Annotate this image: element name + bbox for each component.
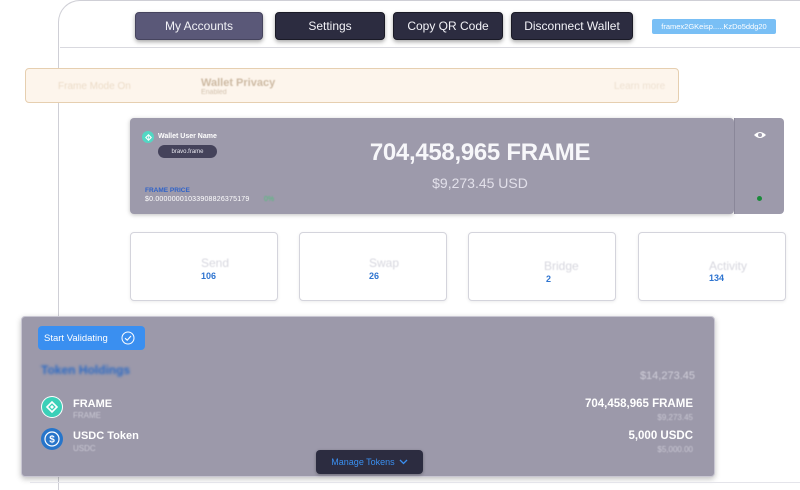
disconnect-wallet-button[interactable]: Disconnect Wallet bbox=[511, 12, 633, 40]
frame-token-symbol: FRAME bbox=[73, 411, 101, 420]
banner-learn-more-link[interactable]: Learn more bbox=[614, 81, 665, 92]
bridge-card[interactable]: Bridge 2 bbox=[468, 232, 616, 301]
svg-text:$: $ bbox=[49, 435, 55, 446]
holdings-total: $14,273.45 bbox=[639, 370, 695, 382]
token-holdings-title: Token Holdings bbox=[41, 363, 131, 377]
start-validating-label: Start Validating bbox=[44, 332, 108, 344]
activity-label: Activity bbox=[709, 259, 748, 273]
bridge-count: 2 bbox=[546, 274, 552, 284]
swap-label: Swap bbox=[369, 256, 400, 270]
connection-status-dot bbox=[757, 196, 762, 201]
wallet-dashboard: My Accounts Settings Copy QR Code Discon… bbox=[0, 0, 800, 490]
wallet-user-name: Wallet User Name bbox=[158, 133, 217, 140]
check-circle-icon bbox=[121, 331, 135, 345]
frame-token-icon bbox=[41, 396, 63, 418]
usdc-token-name: USDC Token bbox=[73, 430, 139, 442]
swap-card[interactable]: Swap 26 bbox=[299, 232, 447, 301]
wallet-handle-pill[interactable]: bravo.frame bbox=[158, 145, 217, 158]
frame-token-name: FRAME bbox=[73, 398, 113, 410]
header-divider bbox=[60, 47, 800, 48]
frame-balance: 704,458,965 FRAME bbox=[369, 139, 591, 166]
usd-balance: $9,273.45 USD bbox=[432, 175, 528, 191]
send-count: 106 bbox=[201, 271, 217, 281]
wallet-logo-icon bbox=[142, 131, 154, 143]
manage-tokens-label: Manage Tokens bbox=[331, 457, 395, 467]
send-label: Send bbox=[201, 256, 230, 270]
usdc-token-usd: $5,000.00 bbox=[657, 445, 693, 454]
banner-subtitle: Enabled bbox=[201, 89, 227, 96]
copy-qr-button[interactable]: Copy QR Code bbox=[393, 12, 503, 40]
activity-card[interactable]: Activity 134 bbox=[638, 232, 786, 301]
frame-token-usd: $9,273.45 bbox=[657, 413, 693, 422]
activity-count: 134 bbox=[709, 273, 725, 283]
banner-title: Wallet Privacy bbox=[201, 77, 276, 89]
swap-count: 26 bbox=[369, 271, 380, 281]
frame-token-amount: 704,458,965 FRAME bbox=[584, 398, 693, 410]
start-validating-button[interactable]: Start Validating bbox=[38, 326, 145, 350]
banner-left-text: Frame Mode On bbox=[58, 81, 131, 92]
manage-tokens-button[interactable]: Manage Tokens bbox=[316, 450, 423, 474]
usdc-token-symbol: USDC bbox=[73, 444, 96, 453]
usdc-token-icon: $ bbox=[41, 428, 63, 450]
frame-price-label: FRAME PRICE bbox=[145, 187, 190, 194]
chevron-down-icon bbox=[399, 459, 408, 465]
usdc-token-amount: 5,000 USDC bbox=[628, 430, 693, 442]
eye-icon[interactable] bbox=[753, 130, 767, 140]
my-accounts-button[interactable]: My Accounts bbox=[135, 12, 263, 40]
bottom-divider bbox=[30, 482, 800, 483]
frame-price-change: 0% bbox=[264, 196, 275, 203]
privacy-banner: Frame Mode On Wallet Privacy Enabled Lea… bbox=[25, 68, 679, 103]
send-card[interactable]: Send 106 bbox=[130, 232, 278, 301]
settings-button[interactable]: Settings bbox=[275, 12, 385, 40]
frame-price-value: $0.00000001033908826375179 bbox=[145, 196, 250, 203]
wallet-address-pill[interactable]: framex2GKeisp.....KzDo5ddg20 bbox=[652, 19, 776, 34]
bridge-label: Bridge bbox=[544, 259, 579, 273]
